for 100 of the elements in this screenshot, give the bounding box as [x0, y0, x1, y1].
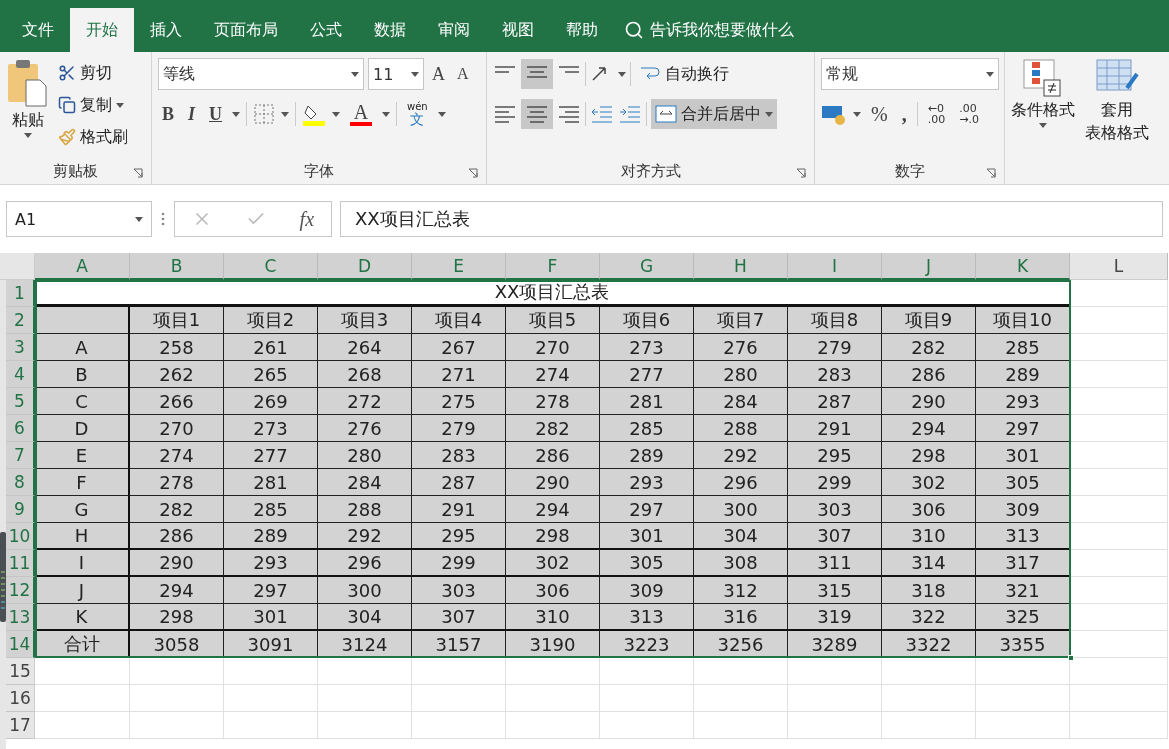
row-header[interactable]: 17	[6, 712, 35, 739]
caret-icon	[618, 71, 626, 77]
table-cell: 289	[600, 442, 694, 469]
row-header[interactable]: 4	[6, 361, 35, 388]
table-cell: 300	[318, 577, 412, 604]
conditional-format-button[interactable]: 条件格式	[1011, 58, 1075, 184]
font-color-button[interactable]: A	[346, 99, 377, 129]
group-label: 剪贴板	[53, 161, 98, 181]
table-cell: 262	[130, 361, 224, 388]
wrap-text-button[interactable]: 自动换行	[635, 59, 733, 89]
dialog-launcher-icon[interactable]	[986, 168, 996, 178]
caret-icon	[986, 71, 994, 77]
column-header[interactable]: I	[788, 253, 882, 280]
copy-button[interactable]: 复制	[54, 90, 132, 120]
row-header[interactable]: 15	[6, 658, 35, 685]
decrease-decimal-button[interactable]: .00 →.0	[955, 103, 983, 125]
group-label: 字体	[304, 161, 334, 181]
table-cell: 270	[130, 415, 224, 442]
row-label: J	[35, 577, 130, 604]
format-painter-button[interactable]: 格式刷	[54, 122, 132, 152]
percent-button[interactable]: %	[867, 99, 892, 129]
fill-handle[interactable]	[1068, 655, 1074, 661]
currency-icon[interactable]	[821, 103, 847, 125]
ribbon-tab[interactable]: 审阅	[422, 8, 486, 52]
phonetic-button[interactable]: wén 文	[403, 99, 432, 129]
table-cell: 261	[224, 334, 318, 361]
table-cell: 274	[506, 361, 600, 388]
underline-button[interactable]: U	[205, 99, 227, 129]
row-header[interactable]: 12	[6, 577, 35, 604]
row-header[interactable]: 9	[6, 496, 35, 523]
cut-button[interactable]: 剪切	[54, 58, 132, 88]
number-format-field[interactable]: 常规	[821, 58, 999, 90]
column-header[interactable]: H	[694, 253, 788, 280]
column-header[interactable]: E	[412, 253, 506, 280]
dialog-launcher-icon[interactable]	[133, 168, 143, 178]
align-center-button[interactable]	[521, 99, 553, 129]
ribbon-tab[interactable]: 公式	[294, 8, 358, 52]
italic-button[interactable]: I	[184, 99, 200, 129]
insert-function-button[interactable]: fx	[299, 207, 315, 231]
ribbon-tab[interactable]: 文件	[6, 8, 70, 52]
floating-widget-icon[interactable]	[0, 532, 6, 622]
table-cell: 308	[694, 550, 788, 577]
dialog-launcher-icon[interactable]	[796, 168, 806, 178]
table-cell: 317	[976, 550, 1070, 577]
table-cell: 286	[130, 523, 224, 550]
column-header[interactable]: J	[882, 253, 976, 280]
column-header[interactable]: C	[224, 253, 318, 280]
merge-center-button[interactable]: 合并后居中	[651, 99, 777, 129]
grow-font-button[interactable]: A	[428, 59, 449, 89]
caret-icon	[1039, 123, 1047, 128]
ribbon-tab[interactable]: 视图	[486, 8, 550, 52]
row-header[interactable]: 14	[6, 631, 35, 658]
row-header[interactable]: 5	[6, 388, 35, 415]
table-cell: 307	[412, 604, 506, 631]
align-left-icon[interactable]	[493, 105, 517, 123]
column-header[interactable]: G	[600, 253, 694, 280]
table-cell: 309	[600, 577, 694, 604]
row-header[interactable]: 1	[6, 280, 35, 307]
ribbon-tab[interactable]: 帮助	[550, 8, 614, 52]
column-header[interactable]: K	[976, 253, 1070, 280]
align-middle-button[interactable]	[521, 59, 553, 89]
format-as-table-button[interactable]: 套用 表格格式	[1085, 58, 1149, 184]
row-header[interactable]: 6	[6, 415, 35, 442]
caret-icon	[351, 71, 359, 77]
ribbon-tab[interactable]: 页面布局	[198, 8, 294, 52]
column-header[interactable]: F	[506, 253, 600, 280]
table-cell: 293	[976, 388, 1070, 415]
row-header[interactable]: 7	[6, 442, 35, 469]
column-header[interactable]: L	[1070, 253, 1168, 280]
table-cell: 297	[224, 577, 318, 604]
ribbon-tab[interactable]: 数据	[358, 8, 422, 52]
row-header[interactable]: 16	[6, 685, 35, 712]
table-cell: 315	[788, 577, 882, 604]
column-header[interactable]: B	[130, 253, 224, 280]
row-header[interactable]: 11	[6, 550, 35, 577]
font-name-field[interactable]: 等线	[158, 58, 364, 90]
align-right-icon[interactable]	[557, 105, 581, 123]
table-cell: 309	[976, 496, 1070, 523]
group-label: 数字	[894, 161, 925, 181]
row-header[interactable]: 13	[6, 604, 35, 631]
ribbon-tab[interactable]: 插入	[134, 8, 198, 52]
font-size-field[interactable]: 11	[368, 58, 424, 90]
name-box[interactable]: A1	[6, 201, 152, 237]
row-header[interactable]: 2	[6, 307, 35, 334]
paste-button[interactable]: 粘贴	[6, 58, 50, 158]
bold-button[interactable]: B	[158, 99, 178, 129]
ribbon-tab[interactable]: 开始	[70, 8, 134, 52]
align-center-icon[interactable]	[525, 105, 549, 123]
row-header[interactable]: 3	[6, 334, 35, 361]
increase-decimal-button[interactable]: ←0 .00	[923, 103, 950, 125]
row-header[interactable]: 10	[6, 523, 35, 550]
shrink-font-button[interactable]: A	[453, 59, 473, 89]
table-cell: 289	[224, 523, 318, 550]
comma-button[interactable]: ,	[897, 99, 911, 129]
formula-field[interactable]: XX项目汇总表	[340, 201, 1163, 237]
row-header[interactable]: 8	[6, 469, 35, 496]
tell-me-field[interactable]: 告诉我你想要做什么	[614, 8, 804, 52]
column-header[interactable]: D	[318, 253, 412, 280]
column-header[interactable]: A	[35, 253, 130, 280]
dialog-launcher-icon[interactable]	[468, 168, 478, 178]
